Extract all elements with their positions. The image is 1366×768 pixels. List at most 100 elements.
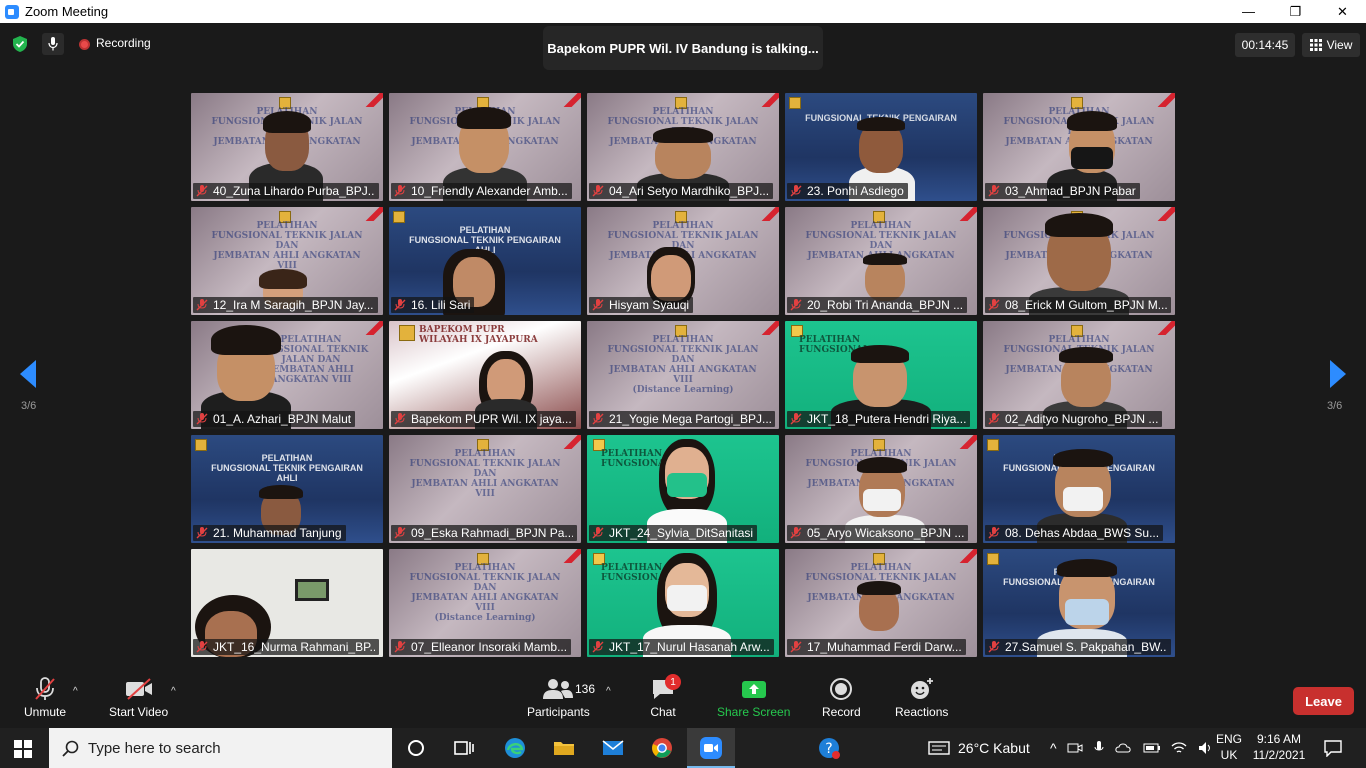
participant-name-label: 08_Erick M Gultom_BPJN M... [985, 297, 1171, 313]
wifi-icon[interactable] [1171, 740, 1187, 756]
muted-mic-icon [790, 527, 802, 539]
muted-mic-icon [988, 299, 1000, 311]
muted-mic-icon [988, 641, 1000, 653]
video-tile[interactable]: PELATIHAN FUNGSIONAL JKT_24_Sylvia_DitSan… [587, 435, 779, 543]
task-view-icon[interactable] [452, 736, 476, 760]
recording-label[interactable]: Recording [96, 36, 151, 50]
video-tile[interactable]: PELATIHANFUNGSIONAL TEKNIK JALAN DANJEMB… [191, 207, 383, 315]
record-button[interactable]: Record [822, 677, 861, 719]
video-tile[interactable]: PELATIHANFUNGSIONAL TEKNIK JALAN DANJEMB… [983, 321, 1175, 429]
video-tile[interactable]: PELATIHANFUNGSIONAL TEKNIK JALAN DANJEMB… [389, 93, 581, 201]
audio-options-caret-icon[interactable]: ^ [73, 686, 78, 697]
share-screen-label: Share Screen [717, 705, 791, 719]
muted-mic-icon [790, 299, 802, 311]
video-tile[interactable]: PELATIHANFUNGSIONAL TEKNIK JALAN DANJEMB… [389, 549, 581, 657]
participant-name-label: 16. Lili Sari [391, 297, 475, 313]
participant-name-label: 04_Ari Setyo Mardhiko_BPJ... [589, 183, 774, 199]
video-tile[interactable]: PELATIHANFUNGSIONAL TEKNIK PENGAIRAN AHL… [191, 435, 383, 543]
close-button[interactable]: ✕ [1319, 0, 1366, 23]
video-tile[interactable]: PELATIHANFUNGSIONAL TEKNIK JALAN DANJEMB… [983, 93, 1175, 201]
participants-label: Participants [527, 705, 590, 719]
reactions-button[interactable]: Reactions [895, 677, 948, 719]
windows-start-icon[interactable] [14, 740, 32, 758]
video-options-caret-icon[interactable]: ^ [171, 686, 176, 697]
input-language[interactable]: ENG UK [1216, 731, 1242, 763]
video-tile[interactable]: PELATIHANFUNGSIONAL TEKNIK JALAN DANJEMB… [587, 321, 779, 429]
unmute-label: Unmute [24, 705, 67, 719]
zoom-icon [700, 737, 722, 759]
chrome-icon[interactable] [650, 736, 674, 760]
muted-mic-icon [988, 413, 1000, 425]
record-icon [830, 678, 853, 700]
language-code: ENG [1216, 732, 1243, 746]
participant-name-label: JKT_17_Nurul Hasanah Arw... [589, 639, 774, 655]
meeting-area: Recording Bapekom PUPR Wil. IV Bandung i… [0, 23, 1366, 728]
muted-mic-icon [592, 527, 604, 539]
video-tile[interactable]: BAPEKOM PUPR WILAYAH IX JAYAPURA Bapekom … [389, 321, 581, 429]
video-tile[interactable]: PELATIHANFUNGSIONAL TEKNIK JALAN DANJEMB… [587, 207, 779, 315]
system-tray: ^ [1050, 728, 1213, 768]
participant-name-label: Hisyam Syauqi [589, 297, 694, 313]
keyboard-layout: UK [1220, 748, 1238, 762]
grid-view-icon [1309, 39, 1322, 51]
participant-name-label: 20_Robi Tri Ananda_BPJN ... [787, 297, 968, 313]
video-tile[interactable]: PELATIHANFUNGSIONAL TEKNIK PENGAIRAN AHL… [983, 435, 1175, 543]
zoom-taskbar-button[interactable] [687, 728, 735, 768]
video-tile[interactable]: PELATIHANFUNGSIONAL TEKNIK JALAN DANJEMB… [983, 207, 1175, 315]
video-tile[interactable]: PELATIHANFUNGSIONAL TEKNIK JALAN DANJEMB… [587, 93, 779, 201]
video-tile[interactable]: PELATIHANFUNGSIONAL TEKNIK JALAN DANJEMB… [389, 435, 581, 543]
meet-now-icon[interactable] [1067, 740, 1083, 756]
next-page-arrow-icon[interactable] [1330, 360, 1346, 388]
muted-mic-icon [394, 299, 406, 311]
participants-options-caret-icon[interactable]: ^ [606, 686, 611, 697]
notifications-icon[interactable] [1324, 739, 1342, 757]
video-tile[interactable]: PELATIHAN FUNGSIONAL JKT_18_Putera Hendri… [785, 321, 977, 429]
tray-microphone-icon[interactable] [1093, 740, 1105, 756]
unmute-button[interactable]: Unmute [24, 677, 66, 719]
previous-page-arrow-icon[interactable] [20, 360, 36, 388]
video-tile[interactable]: PELATIHAN FUNGSIONAL JKT_17_Nurul Hasanah… [587, 549, 779, 657]
file-explorer-icon[interactable] [552, 736, 576, 760]
weather-icon [928, 741, 950, 755]
meeting-topbar: Recording Bapekom PUPR Wil. IV Bandung i… [0, 23, 1366, 70]
participant-name-label: 08. Dehas Abdaa_BWS Su... [985, 525, 1164, 541]
onedrive-icon[interactable] [1114, 740, 1133, 756]
video-tile[interactable]: PELATIHANFUNGSIONAL TEKNIK JALAN DANJEMB… [191, 93, 383, 201]
video-tile[interactable]: PELATIHANFUNGSIONAL TEKNIK PENGAIRAN AHL… [983, 549, 1175, 657]
video-tile[interactable]: PELATIHANFUNGSIONAL TEKNIK JALAN DANJEMB… [785, 435, 977, 543]
tray-chevron-up-icon[interactable]: ^ [1050, 740, 1057, 756]
edge-browser-icon[interactable] [503, 736, 527, 760]
meeting-timer: 00:14:45 [1235, 33, 1295, 57]
video-tile[interactable]: PELATIHANFUNGSIONAL TEKNIK PENGAIRAN AHL… [389, 207, 581, 315]
video-tile[interactable]: PELATIHANFUNGSIONAL TEKNIK JALAN DANJEMB… [191, 321, 383, 429]
participant-name-label: Bapekom PUPR Wil. IX jaya... [391, 411, 576, 427]
mail-icon[interactable] [601, 736, 625, 760]
maximize-button[interactable]: ❐ [1272, 0, 1319, 23]
view-button[interactable]: View [1302, 33, 1360, 57]
muted-microphone-icon [35, 677, 55, 700]
help-icon[interactable]: ? [817, 736, 841, 760]
minimize-button[interactable]: — [1225, 0, 1272, 23]
participant-name-label: 10_Friendly Alexander Amb... [391, 183, 572, 199]
participant-name-label: 23. Ponhi Asdiego [787, 183, 908, 199]
participant-name-label: JKT_24_Sylvia_DitSanitasi [589, 525, 758, 541]
weather-widget[interactable]: 26°C Kabut [928, 728, 1030, 768]
page-indicator-right: 3/6 [1327, 400, 1343, 412]
video-tile[interactable]: PELATIHANFUNGSIONAL TEKNIK JALAN DANJEMB… [785, 549, 977, 657]
video-tile[interactable]: PELATIHANFUNGSIONAL TEKNIK JALAN DANJEMB… [785, 207, 977, 315]
taskbar-clock[interactable]: 9:16 AM 11/2/2021 [1251, 731, 1307, 763]
cortana-icon[interactable] [404, 736, 428, 760]
taskbar-search-box[interactable]: Type here to search [49, 728, 392, 768]
video-tile[interactable]: JKT_16_Nurma Rahmani_BP... [191, 549, 383, 657]
share-screen-button[interactable]: Share Screen [717, 677, 790, 719]
chat-label: Chat [650, 705, 676, 719]
reactions-label: Reactions [895, 705, 949, 719]
shield-icon[interactable] [12, 35, 28, 53]
mic-indicator[interactable] [42, 33, 64, 55]
battery-icon[interactable] [1143, 740, 1161, 756]
video-tile[interactable]: FUNGSIONAL TEKNIK PENGAIRAN AHLI 23. Pon… [785, 93, 977, 201]
start-video-button[interactable]: Start Video [109, 677, 168, 719]
muted-mic-icon [592, 299, 604, 311]
leave-button[interactable]: Leave [1293, 687, 1354, 715]
volume-icon[interactable] [1197, 740, 1213, 756]
